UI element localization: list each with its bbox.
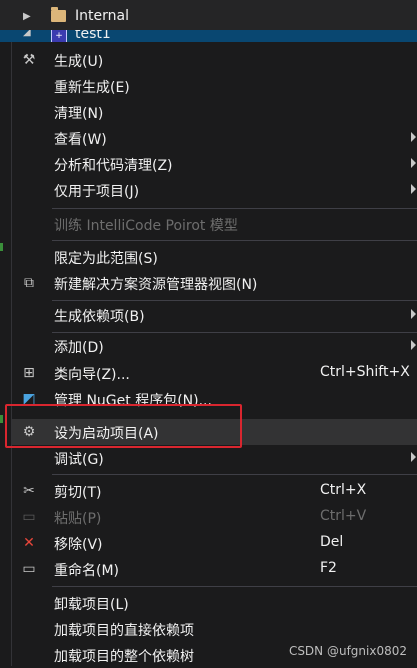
menu-item-label: 生成(U) (54, 54, 104, 70)
editor-margin-marker (0, 243, 3, 251)
menu-separator (52, 208, 417, 209)
collapse-arrow-icon[interactable]: ◢ (23, 30, 31, 38)
menu-item-remove[interactable]: ✕ 移除(V) Del (12, 530, 417, 556)
folder-icon (51, 7, 66, 22)
submenu-arrow-icon (411, 452, 416, 462)
build-icon: ⚒ (22, 52, 36, 68)
menu-item-add[interactable]: 添加(D) (12, 333, 417, 359)
menu-item-label: 分析和代码清理(Z) (54, 158, 173, 174)
submenu-arrow-icon (411, 340, 416, 350)
menu-item-set-startup-project[interactable]: ⚙ 设为启动项目(A) (12, 419, 417, 445)
tree-row-label: test1 (75, 30, 111, 42)
menu-item-label: 重命名(M) (54, 563, 120, 579)
menu-item-view[interactable]: 查看(W) (12, 125, 417, 151)
menu-item-shortcut: Ctrl+X (320, 482, 367, 498)
rename-icon: ▭ (22, 561, 36, 577)
submenu-arrow-icon (411, 309, 416, 319)
menu-item-label: 类向导(Z)... (54, 367, 130, 383)
paste-icon: ▭ (22, 509, 36, 525)
watermark: CSDN @ufgnix0802 (288, 644, 407, 658)
scissors-icon: ✂ (23, 483, 35, 499)
menu-item-label: 调试(G) (54, 452, 104, 468)
menu-item-shortcut: Ctrl+Shift+X (320, 364, 410, 380)
menu-item-shortcut: F2 (320, 560, 337, 576)
menu-separator (52, 586, 417, 587)
menu-item-label: 卸载项目(L) (54, 597, 129, 613)
menu-item-label: 限定为此范围(S) (54, 251, 158, 267)
menu-item-train-intellicode: 训练 IntelliCode Poirot 模型 (12, 211, 417, 237)
menu-item-label: 新建解决方案资源管理器视图(N) (54, 277, 258, 293)
context-menu: ⚒ 生成(U) 重新生成(E) 清理(N) 查看(W) 分析和代码清理(Z) 仅… (11, 42, 417, 666)
menu-item-label: 加载项目的直接依赖项 (54, 623, 194, 639)
menu-item-label: 剪切(T) (54, 485, 102, 501)
menu-item-build-dependencies[interactable]: 生成依赖项(B) (12, 302, 417, 328)
menu-item-cut[interactable]: ✂ 剪切(T) Ctrl+X (12, 478, 417, 504)
submenu-arrow-icon (411, 158, 416, 168)
tree-row-test1[interactable]: ◢ + test1 (0, 30, 417, 42)
menu-item-debug[interactable]: 调试(G) (12, 445, 417, 471)
menu-item-manage-nuget[interactable]: ◩ 管理 NuGet 程序包(N)... (12, 386, 417, 412)
menu-item-label: 管理 NuGet 程序包(N)... (54, 393, 212, 409)
menu-item-paste: ▭ 粘贴(P) Ctrl+V (12, 504, 417, 530)
menu-item-project-only[interactable]: 仅用于项目(J) (12, 177, 417, 203)
menu-item-load-direct-deps[interactable]: 加载项目的直接依赖项 (12, 616, 417, 642)
menu-item-unload-project[interactable]: 卸载项目(L) (12, 590, 417, 616)
tree-row-internal[interactable]: ▶ Internal (0, 7, 417, 28)
submenu-arrow-icon (411, 184, 416, 194)
menu-item-label: 设为启动项目(A) (54, 426, 159, 442)
menu-separator (52, 240, 417, 241)
nuget-icon: ◩ (22, 391, 36, 407)
menu-item-label: 移除(V) (54, 537, 103, 553)
menu-item-build[interactable]: ⚒ 生成(U) (12, 47, 417, 73)
menu-item-rename[interactable]: ▭ 重命名(M) F2 (12, 556, 417, 582)
menu-item-label: 重新生成(E) (54, 80, 130, 96)
menu-item-label: 添加(D) (54, 340, 104, 356)
menu-item-class-wizard[interactable]: ⊞ 类向导(Z)... Ctrl+Shift+X (12, 360, 417, 386)
menu-item-analyze[interactable]: 分析和代码清理(Z) (12, 151, 417, 177)
submenu-arrow-icon (411, 132, 416, 142)
menu-item-scope-to-this[interactable]: 限定为此范围(S) (12, 244, 417, 270)
expand-arrow-icon[interactable]: ▶ (23, 11, 31, 22)
menu-item-label: 加载项目的整个依赖树 (54, 649, 194, 665)
close-icon: ✕ (23, 535, 35, 551)
menu-separator (52, 474, 417, 475)
menu-item-label: 查看(W) (54, 132, 107, 148)
menu-item-shortcut: Del (320, 534, 344, 550)
menu-item-label: 仅用于项目(J) (54, 184, 140, 200)
menu-item-new-explorer-view[interactable]: ⧉ 新建解决方案资源管理器视图(N) (12, 270, 417, 296)
menu-item-label: 粘贴(P) (54, 511, 102, 527)
menu-item-label: 生成依赖项(B) (54, 309, 145, 325)
menu-separator (52, 300, 417, 301)
editor-margin-marker (0, 415, 3, 423)
solution-explorer-tree: ▶ Internal ◢ + test1 (0, 0, 417, 42)
gear-icon: ⚙ (22, 424, 36, 440)
tree-row-label: Internal (75, 8, 129, 24)
project-icon: + (51, 30, 67, 42)
menu-item-label: 训练 IntelliCode Poirot 模型 (54, 218, 238, 234)
menu-item-clean[interactable]: 清理(N) (12, 99, 417, 125)
menu-item-rebuild[interactable]: 重新生成(E) (12, 73, 417, 99)
menu-item-label: 清理(N) (54, 106, 104, 122)
class-wizard-icon: ⊞ (23, 365, 35, 381)
new-view-icon: ⧉ (24, 275, 34, 291)
menu-item-shortcut: Ctrl+V (320, 508, 367, 524)
